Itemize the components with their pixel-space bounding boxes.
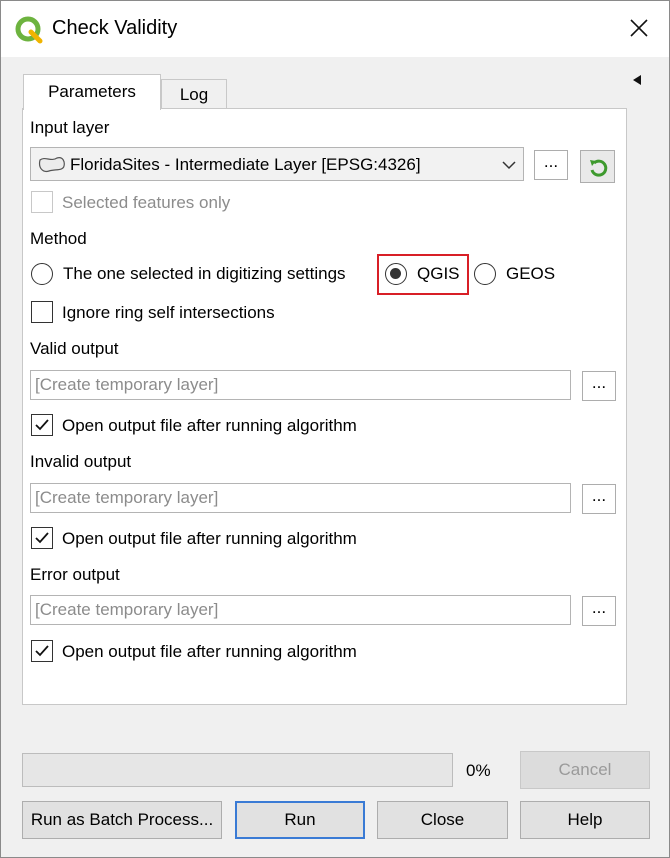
qgis-logo-icon bbox=[15, 16, 43, 44]
checkmark-icon bbox=[35, 419, 49, 431]
method-option-digitizing-label[interactable]: The one selected in digitizing settings bbox=[63, 264, 346, 284]
invalid-open-checkbox[interactable] bbox=[31, 527, 53, 549]
run-batch-button[interactable]: Run as Batch Process... bbox=[22, 801, 222, 839]
valid-open-label[interactable]: Open output file after running algorithm bbox=[62, 416, 357, 436]
error-output-label: Error output bbox=[30, 565, 120, 584]
valid-output-browse-button[interactable]: ... bbox=[582, 371, 616, 401]
error-open-label[interactable]: Open output file after running algorithm bbox=[62, 642, 357, 662]
window-title: Check Validity bbox=[52, 17, 178, 39]
method-option-geos-label[interactable]: GEOS bbox=[506, 264, 555, 284]
method-radio-geos[interactable] bbox=[474, 263, 496, 285]
invalid-open-label[interactable]: Open output file after running algorithm bbox=[62, 529, 357, 549]
close-icon[interactable] bbox=[628, 17, 650, 39]
invalid-output-field[interactable]: [Create temporary layer] bbox=[30, 483, 571, 513]
cancel-button[interactable]: Cancel bbox=[520, 751, 650, 789]
progress-bar bbox=[22, 753, 453, 787]
input-layer-browse-button[interactable]: ... bbox=[534, 150, 568, 180]
invalid-output-browse-button[interactable]: ... bbox=[582, 484, 616, 514]
chevron-down-icon bbox=[502, 161, 516, 170]
close-button[interactable]: Close bbox=[377, 801, 508, 839]
progress-percent: 0% bbox=[466, 761, 491, 780]
iterate-icon bbox=[590, 159, 608, 177]
method-radio-qgis[interactable] bbox=[385, 263, 407, 285]
valid-output-label: Valid output bbox=[30, 339, 119, 358]
checkmark-icon bbox=[35, 645, 49, 657]
help-button[interactable]: Help bbox=[520, 801, 650, 839]
error-output-field[interactable]: [Create temporary layer] bbox=[30, 595, 571, 625]
checkmark-icon bbox=[35, 532, 49, 544]
title-bar: Check Validity bbox=[1, 1, 669, 57]
tab-parameters[interactable]: Parameters bbox=[23, 74, 161, 110]
selected-features-checkbox[interactable] bbox=[31, 191, 53, 213]
method-radio-digitizing[interactable] bbox=[31, 263, 53, 285]
iterate-layer-button[interactable] bbox=[580, 150, 615, 183]
error-output-browse-button[interactable]: ... bbox=[582, 596, 616, 626]
collapse-panel-icon[interactable] bbox=[633, 75, 641, 85]
ignore-ring-label[interactable]: Ignore ring self intersections bbox=[62, 303, 275, 323]
method-label: Method bbox=[30, 229, 87, 248]
selected-features-label: Selected features only bbox=[62, 193, 231, 212]
tab-log[interactable]: Log bbox=[161, 79, 227, 109]
error-open-checkbox[interactable] bbox=[31, 640, 53, 662]
input-layer-combobox[interactable]: FloridaSites - Intermediate Layer [EPSG:… bbox=[30, 147, 524, 181]
method-option-qgis-label[interactable]: QGIS bbox=[417, 264, 460, 284]
ignore-ring-checkbox[interactable] bbox=[31, 301, 53, 323]
check-validity-dialog: Check Validity Parameters Log Input laye… bbox=[0, 0, 670, 858]
valid-output-field[interactable]: [Create temporary layer] bbox=[30, 370, 571, 400]
polygon-layer-icon bbox=[38, 157, 65, 173]
valid-open-checkbox[interactable] bbox=[31, 414, 53, 436]
input-layer-label: Input layer bbox=[30, 118, 110, 137]
input-layer-value: FloridaSites - Intermediate Layer [EPSG:… bbox=[70, 155, 421, 174]
invalid-output-label: Invalid output bbox=[30, 452, 132, 471]
run-button[interactable]: Run bbox=[235, 801, 365, 839]
